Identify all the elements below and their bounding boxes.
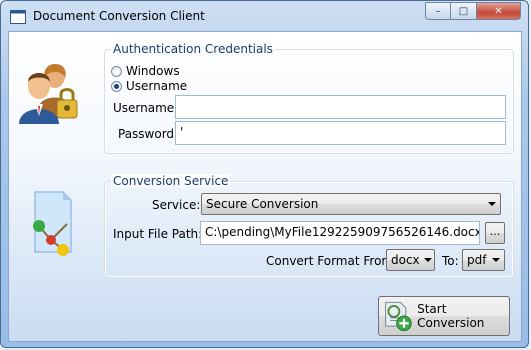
service-select[interactable]: Secure Conversion [201, 193, 501, 215]
radio-windows[interactable]: Windows [111, 64, 180, 78]
chevron-down-icon [488, 202, 496, 206]
convert-to-select[interactable]: pdf [462, 249, 505, 271]
app-window-icon [10, 10, 26, 24]
input-path-label: Input File Path: [113, 227, 203, 241]
start-conversion-label: Start Conversion [417, 302, 485, 330]
authentication-group: Authentication Credentials Windows Usern… [104, 42, 514, 154]
chevron-down-icon [492, 258, 500, 262]
window-title: Document Conversion Client [33, 9, 205, 23]
username-label: Username: [113, 101, 179, 115]
maximize-icon: □ [458, 5, 469, 17]
window-controls: – □ ✕ [425, 2, 521, 20]
radio-windows-indicator[interactable] [111, 65, 122, 77]
input-path-field[interactable]: C:\pending\MyFile129225909756526146.docx [200, 221, 480, 245]
minimize-icon: – [435, 5, 441, 17]
convert-from-label: Convert Format From: [266, 254, 398, 268]
radio-username-indicator[interactable] [111, 80, 122, 92]
conversion-group: Conversion Service Service: Secure Conve… [104, 174, 514, 278]
username-field[interactable] [175, 95, 506, 119]
authentication-legend: Authentication Credentials [111, 42, 275, 56]
document-workflow-icon [33, 191, 72, 256]
convert-from-value: docx [391, 253, 420, 267]
close-button[interactable]: ✕ [477, 2, 521, 20]
password-label: Password: [118, 127, 179, 141]
maximize-button[interactable]: □ [451, 2, 477, 20]
radio-username[interactable]: Username [111, 79, 187, 93]
conversion-legend: Conversion Service [111, 174, 231, 188]
convert-to-value: pdf [467, 253, 487, 267]
radio-windows-label: Windows [126, 64, 180, 78]
app-window: Document Conversion Client – □ ✕ Authent… [0, 0, 529, 348]
to-label: To: [442, 254, 459, 268]
service-select-value: Secure Conversion [206, 197, 319, 211]
password-field[interactable]: ' [175, 121, 506, 145]
minimize-button[interactable]: – [425, 2, 451, 20]
document-add-icon [385, 301, 412, 332]
chevron-down-icon [423, 258, 432, 262]
service-label: Service: [152, 198, 201, 212]
browse-button[interactable]: ... [485, 222, 505, 244]
client-area: Authentication Credentials Windows Usern… [8, 31, 522, 342]
title-bar[interactable]: Document Conversion Client – □ ✕ [1, 1, 528, 31]
convert-from-select[interactable]: docx [386, 249, 435, 271]
radio-username-label: Username [126, 79, 188, 93]
users-lock-icon [19, 64, 78, 124]
start-conversion-button[interactable]: Start Conversion [378, 296, 510, 336]
close-icon: ✕ [494, 5, 503, 17]
